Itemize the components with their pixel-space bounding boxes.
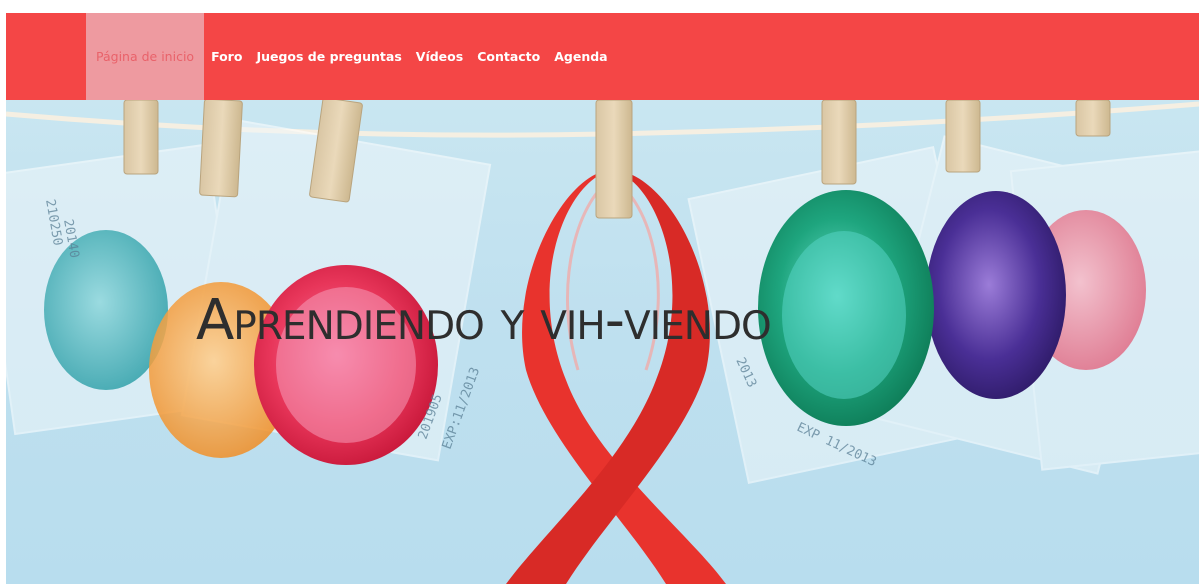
nav-item-contact[interactable]: Contacto: [470, 13, 547, 100]
page: Página de inicio Foro Juegos de pregunta…: [0, 0, 1199, 584]
red-ribbon: [506, 170, 726, 584]
hero-title: Aprendiendo y vih-viendo: [196, 288, 772, 353]
nav-item-agenda[interactable]: Agenda: [547, 13, 614, 100]
nav-item-home[interactable]: Página de inicio: [86, 13, 205, 100]
nav-item-videos[interactable]: Vídeos: [409, 13, 470, 100]
nav-item-quiz-games[interactable]: Juegos de preguntas: [249, 13, 408, 100]
hero-title-text: Aprendiendo y vih-viendo: [196, 288, 772, 353]
hero-banner: 210250 20140 201905 EXP:11/2013 2013 EXP…: [6, 100, 1199, 584]
navbar: Página de inicio Foro Juegos de pregunta…: [6, 13, 1199, 100]
nav-item-forum[interactable]: Foro: [204, 13, 249, 100]
